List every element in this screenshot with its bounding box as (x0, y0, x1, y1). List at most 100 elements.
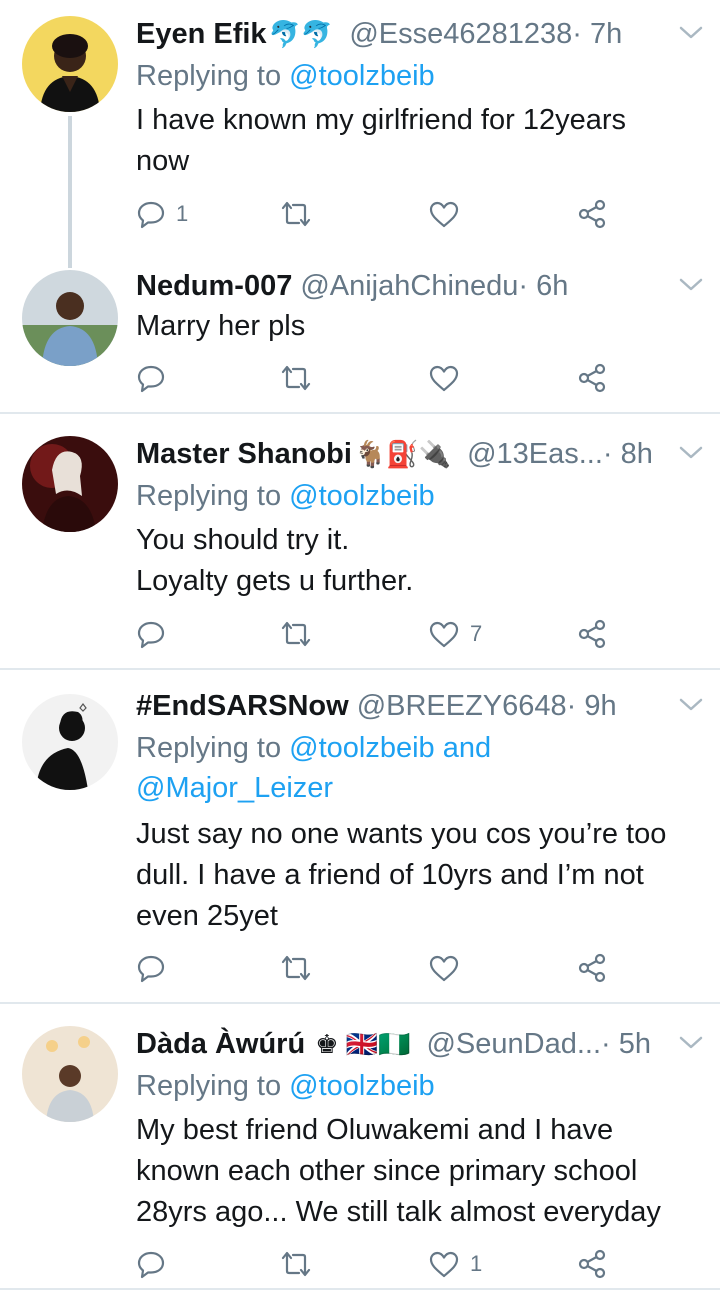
name-emoji: 🐐⛽🔌 (353, 439, 452, 469)
display-name[interactable]: #EndSARSNow (136, 686, 349, 726)
display-name[interactable]: Nedum-007 (136, 266, 292, 306)
retweet-icon (281, 365, 311, 391)
tweet-text: Marry her pls (136, 310, 306, 342)
timestamp: · 6h (518, 270, 569, 302)
like-count: 7 (470, 621, 483, 646)
user-handle[interactable]: @SeunDad... (426, 1024, 601, 1064)
tweet-actions: 1 (136, 194, 616, 234)
reply-button[interactable] (136, 614, 176, 654)
reply-icon (137, 365, 165, 393)
share-button[interactable] (576, 358, 608, 398)
tweet-text: I have known my girlfriend for 12years n… (136, 104, 626, 177)
retweet-button[interactable] (280, 194, 312, 234)
mention-link[interactable]: @toolzbeib (289, 1070, 435, 1102)
user-handle[interactable]: @13Eas... (467, 434, 603, 474)
name-emoji: 🐬🐬 (268, 19, 334, 49)
mention-link[interactable]: @toolzbeib and (289, 732, 491, 764)
avatar[interactable] (22, 16, 118, 112)
chevron-down-icon[interactable] (676, 1028, 706, 1058)
reply-button[interactable] (136, 1244, 176, 1284)
reply-button[interactable] (136, 948, 176, 988)
share-button[interactable] (576, 194, 608, 234)
tweet-divider (0, 1288, 720, 1290)
tweet-text: You should try it. Loyalty gets u furthe… (136, 524, 414, 597)
tweet-nedum-007[interactable]: Nedum-007 @AnijahChinedu · 6h Marry her … (0, 260, 720, 412)
user-handle[interactable]: @BREEZY6648 (357, 686, 567, 726)
share-icon (578, 363, 606, 393)
avatar[interactable] (22, 694, 118, 790)
name-emoji: ♚ 🇬🇧🇳🇬 (315, 1029, 411, 1059)
share-icon (578, 619, 606, 649)
retweet-button[interactable] (280, 948, 312, 988)
retweet-icon (281, 1251, 311, 1277)
retweet-button[interactable] (280, 358, 312, 398)
like-count: 1 (470, 1251, 483, 1276)
chevron-down-icon[interactable] (676, 690, 706, 720)
tweet-text: My best friend Oluwakemi and I have know… (136, 1114, 661, 1228)
replying-to-line: Replying to @toolzbeib (136, 56, 435, 96)
tweet-dada-awuru[interactable]: Dàda Àwúrú ♚ 🇬🇧🇳🇬 @SeunDad... · 5h Reply… (0, 1004, 720, 1288)
tweet-header: Dàda Àwúrú ♚ 🇬🇧🇳🇬 @SeunDad... · 5h (136, 1024, 670, 1064)
heart-icon (429, 201, 459, 228)
tweet-master-shanobi[interactable]: Master Shanobi 🐐⛽🔌 @13Eas... · 8h Replyi… (0, 414, 720, 668)
heart-icon (429, 955, 459, 982)
share-button[interactable] (576, 1244, 608, 1284)
tweet-actions (136, 948, 616, 988)
chevron-down-icon[interactable] (676, 438, 706, 468)
like-button[interactable] (428, 948, 470, 988)
tweet-header: Nedum-007 @AnijahChinedu · 6h (136, 266, 670, 306)
like-button[interactable]: 1 (428, 1244, 482, 1284)
display-name[interactable]: Dàda Àwúrú (136, 1024, 305, 1064)
timestamp: · 8h (602, 438, 653, 470)
user-handle[interactable]: @Esse46281238 (349, 14, 572, 54)
replying-to-label: Replying to (136, 60, 290, 92)
replying-to-label: Replying to (136, 732, 290, 764)
replying-to-label: Replying to (136, 1070, 290, 1102)
reply-icon (137, 621, 165, 649)
heart-icon (429, 1251, 459, 1278)
tweet-actions (136, 358, 616, 398)
user-handle[interactable]: @AnijahChinedu (300, 266, 518, 306)
replying-to-line: Replying to @toolzbeib (136, 476, 435, 516)
share-icon (578, 1249, 606, 1279)
reply-count: 1 (176, 201, 189, 226)
mention-link[interactable]: @toolzbeib (289, 480, 435, 512)
replying-to-line: Replying to @toolzbeib (136, 1066, 435, 1106)
tweet-header: Master Shanobi 🐐⛽🔌 @13Eas... · 8h (136, 434, 670, 474)
reply-icon (137, 955, 165, 983)
retweet-icon (281, 201, 311, 227)
mention-link[interactable]: @Major_Leizer (136, 772, 333, 804)
tweet-header: Eyen Efik 🐬🐬 @Esse46281238 · 7h (136, 14, 670, 54)
mention-link[interactable]: @toolzbeib (289, 60, 435, 92)
tweet-text: Just say no one wants you cos you’re too… (136, 818, 667, 932)
share-icon (578, 199, 606, 229)
reply-button[interactable]: 1 (136, 194, 188, 234)
reply-icon (137, 201, 165, 229)
retweet-button[interactable] (280, 614, 312, 654)
chevron-down-icon[interactable] (676, 270, 706, 300)
replying-to-label: Replying to (136, 480, 290, 512)
tweet-endsarsnow[interactable]: #EndSARSNow @BREEZY6648 · 9h Replying to… (0, 670, 720, 1000)
avatar[interactable] (22, 270, 118, 366)
timestamp: · 5h (601, 1028, 651, 1060)
display-name[interactable]: Master Shanobi (136, 434, 352, 474)
like-button[interactable]: 7 (428, 614, 482, 654)
tweet-eyen-efik[interactable]: Eyen Efik 🐬🐬 @Esse46281238 · 7h Replying… (0, 0, 720, 260)
avatar[interactable] (22, 1026, 118, 1122)
timestamp: · 7h (572, 18, 623, 50)
retweet-icon (281, 621, 311, 647)
share-icon (578, 953, 606, 983)
replying-to-line: Replying to @toolzbeib and (136, 728, 491, 768)
display-name[interactable]: Eyen Efik (136, 14, 267, 54)
share-button[interactable] (576, 614, 608, 654)
like-button[interactable] (428, 358, 470, 398)
heart-icon (429, 365, 459, 392)
share-button[interactable] (576, 948, 608, 988)
like-button[interactable] (428, 194, 470, 234)
tweet-header: #EndSARSNow @BREEZY6648 · 9h (136, 686, 670, 726)
chevron-down-icon[interactable] (676, 18, 706, 48)
retweet-button[interactable] (280, 1244, 312, 1284)
avatar[interactable] (22, 436, 118, 532)
reply-icon (137, 1251, 165, 1279)
reply-button[interactable] (136, 358, 176, 398)
